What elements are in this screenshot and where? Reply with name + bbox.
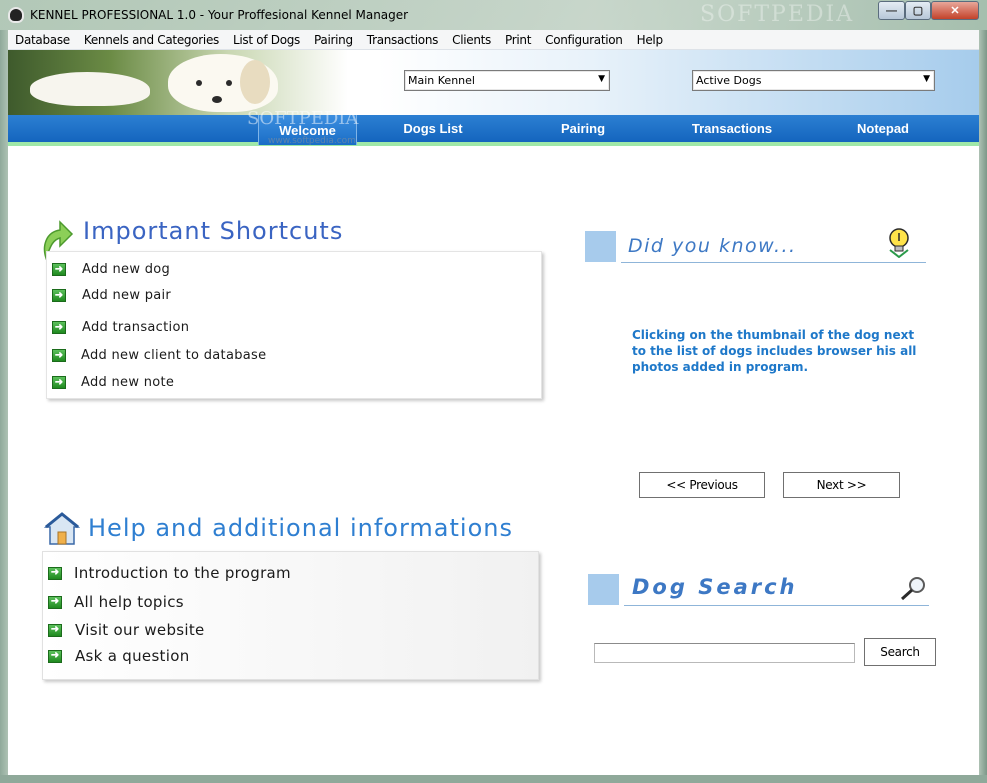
- help-title: Help and additional informations: [88, 514, 513, 542]
- tab-pairing[interactable]: Pairing: [533, 115, 633, 142]
- help-all-topics-link[interactable]: ➜ All help topics: [48, 593, 184, 611]
- window-frame-right: [979, 30, 987, 783]
- shortcut-add-new-note[interactable]: ➜ Add new note: [52, 375, 174, 390]
- watermark-title: SOFTPEDIA: [700, 2, 855, 27]
- dog-search-underline: [624, 605, 929, 606]
- dogs-filter-select[interactable]: Active Dogs ▼: [692, 70, 935, 91]
- green-arrow-icon: ➜: [48, 595, 62, 609]
- green-arrow-icon: ➜: [48, 649, 62, 663]
- menu-help[interactable]: Help: [630, 30, 670, 49]
- home-icon: [44, 512, 80, 545]
- dogs-filter-select-value: Active Dogs: [696, 74, 762, 87]
- menu-transactions[interactable]: Transactions: [360, 30, 445, 49]
- help-ask-question-link[interactable]: ➜ Ask a question: [48, 647, 190, 665]
- watermark-brand: SOFTPEDIA: [247, 108, 359, 129]
- menu-list-of-dogs[interactable]: List of Dogs: [226, 30, 307, 49]
- dog-search-marker: [588, 574, 619, 605]
- dog-search-input[interactable]: [594, 643, 855, 663]
- chevron-down-icon: ▼: [598, 74, 605, 84]
- menu-configuration[interactable]: Configuration: [538, 30, 629, 49]
- watermark-url: www.softpedia.com: [268, 136, 356, 146]
- menu-pairing[interactable]: Pairing: [307, 30, 360, 49]
- menu-database[interactable]: Database: [8, 30, 77, 49]
- kennel-select[interactable]: Main Kennel ▼: [404, 70, 610, 91]
- header-banner: Main Kennel ▼ Active Dogs ▼: [8, 50, 979, 115]
- did-you-know-marker: [585, 231, 616, 262]
- tab-notepad[interactable]: Notepad: [833, 115, 933, 142]
- magnifier-icon: [900, 577, 925, 601]
- did-you-know-text: Clicking on the thumbnail of the dog nex…: [632, 328, 917, 374]
- green-arrow-icon: ➜: [52, 289, 66, 302]
- close-button[interactable]: ✕: [931, 1, 979, 20]
- minimize-button[interactable]: —: [878, 1, 905, 20]
- lightbulb-icon: [889, 228, 909, 258]
- green-arrow-icon: ➜: [52, 349, 66, 362]
- app-icon[interactable]: [8, 7, 24, 23]
- tab-dogs-list[interactable]: Dogs List: [383, 115, 483, 142]
- menu-print[interactable]: Print: [498, 30, 538, 49]
- did-you-know-underline: [621, 262, 926, 263]
- tab-transactions[interactable]: Transactions: [682, 115, 782, 142]
- search-button[interactable]: Search: [864, 638, 936, 666]
- menu-bar: Database Kennels and Categories List of …: [8, 30, 979, 50]
- window-title: KENNEL PROFESSIONAL 1.0 - Your Proffesio…: [30, 8, 409, 22]
- dog-search-title: Dog Search: [632, 575, 798, 599]
- chevron-down-icon: ▼: [923, 74, 930, 84]
- window-frame-bottom: [0, 775, 987, 783]
- menu-clients[interactable]: Clients: [445, 30, 498, 49]
- previous-tip-button[interactable]: << Previous: [639, 472, 765, 498]
- shortcut-add-new-dog[interactable]: ➜ Add new dog: [52, 262, 189, 277]
- shortcuts-title: Important Shortcuts: [83, 217, 344, 245]
- puppies-photo: [8, 50, 348, 115]
- kennel-select-value: Main Kennel: [408, 74, 475, 87]
- window-frame-left: [0, 30, 8, 783]
- maximize-button[interactable]: ▢: [905, 1, 931, 20]
- green-arrow-icon: ➜: [52, 376, 66, 389]
- did-you-know-title: Did you know...: [628, 235, 797, 257]
- shortcut-add-transaction[interactable]: ➜ Add transaction: [52, 320, 189, 335]
- menu-kennels-and-categories[interactable]: Kennels and Categories: [77, 30, 226, 49]
- shortcut-add-new-client[interactable]: ➜ Add new client to database: [52, 348, 266, 363]
- help-visit-website-link[interactable]: ➜ Visit our website: [48, 621, 205, 639]
- shortcut-add-new-pair[interactable]: ➜ Add new pair: [52, 288, 171, 303]
- green-arrow-icon: ➜: [48, 623, 62, 637]
- help-introduction-link[interactable]: ➜ Introduction to the program: [48, 564, 291, 582]
- green-arrow-icon: ➜: [52, 321, 66, 334]
- next-tip-button[interactable]: Next >>: [783, 472, 900, 498]
- green-arrow-icon: ➜: [48, 566, 62, 580]
- green-arrow-icon: ➜: [52, 263, 66, 276]
- puppy-small-image: [30, 72, 150, 106]
